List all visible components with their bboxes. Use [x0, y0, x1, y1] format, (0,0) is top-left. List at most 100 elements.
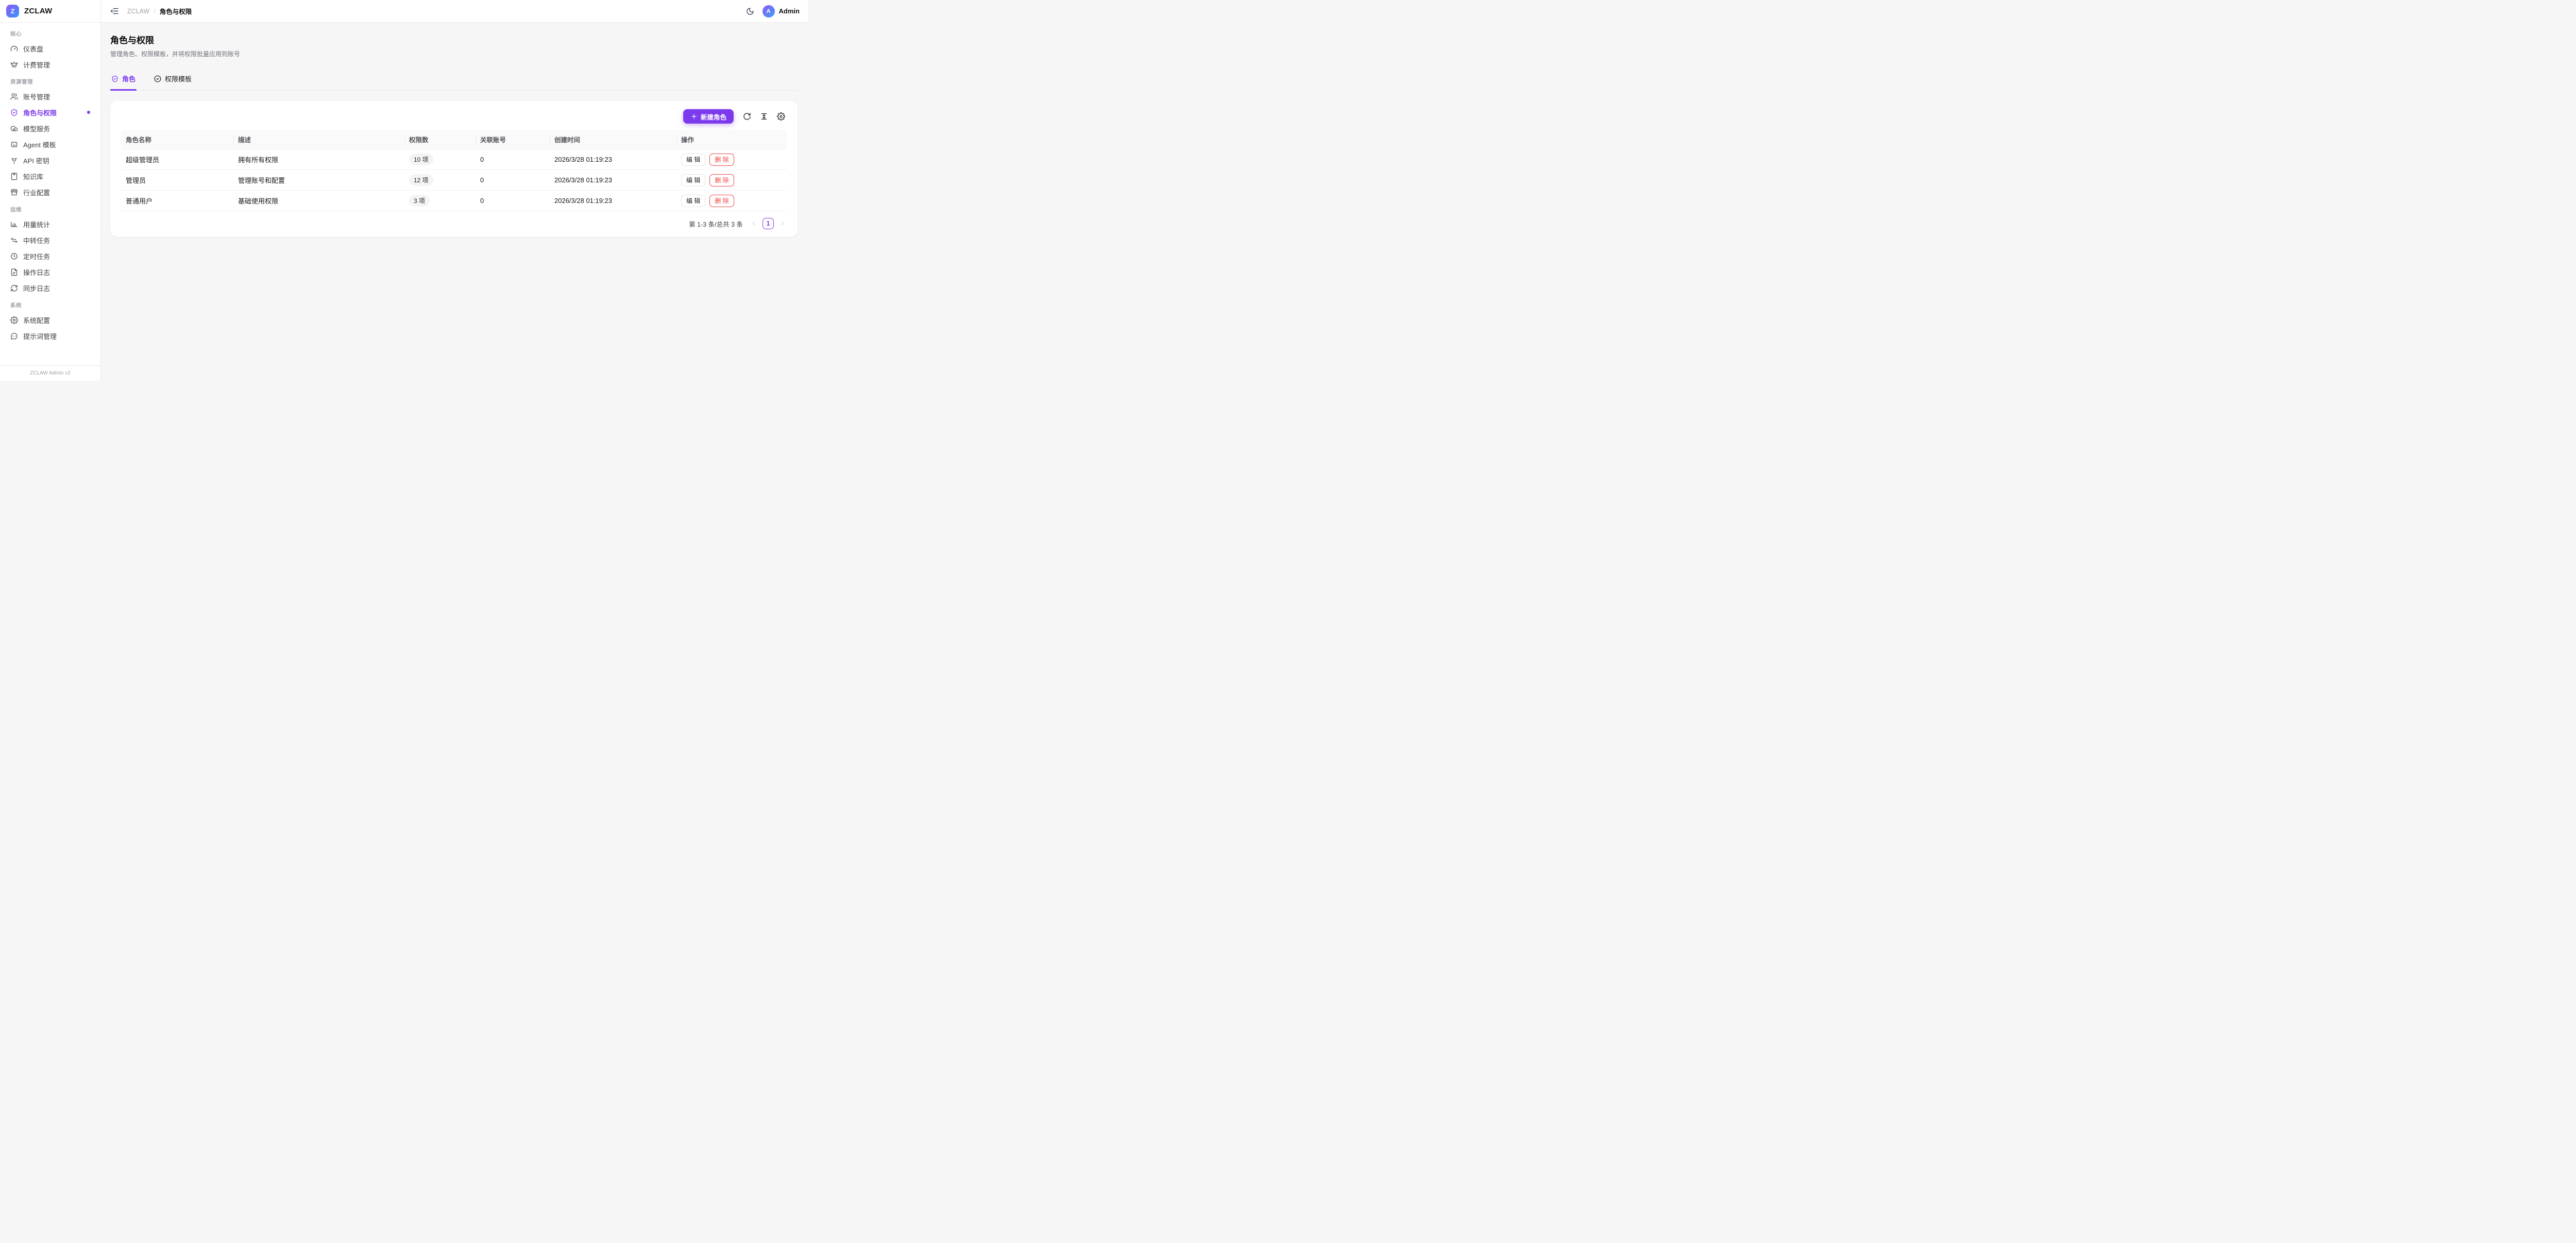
sidebar-item-label: 系统配置: [23, 315, 50, 325]
column-header: 创建时间: [550, 130, 677, 149]
sidebar-item-users[interactable]: 账号管理: [4, 89, 96, 104]
table-body: 超级管理员拥有所有权限10 项02026/3/28 01:19:23编 辑删 除…: [121, 149, 787, 211]
sidebar-item-label: 定时任务: [23, 251, 50, 261]
column-header: 角色名称: [121, 130, 234, 149]
users-icon: [10, 93, 18, 100]
sidebar-item-label: 行业配置: [23, 188, 50, 197]
sidebar-item-cloud[interactable]: 模型服务: [4, 121, 96, 136]
main-area: ZCLAW / 角色与权限 A Admin 角色与权限 管理角色、权限模板，并将…: [101, 0, 808, 381]
shield-check-icon: [111, 75, 118, 82]
sidebar-item-label: 计费管理: [23, 60, 50, 70]
sidebar-item-plug[interactable]: API 密钥: [4, 152, 96, 168]
arrows-swap-icon: [10, 236, 18, 244]
sidebar-item-label: API 密钥: [23, 156, 49, 165]
delete-button[interactable]: 删 除: [709, 174, 734, 186]
sidebar-item-crown[interactable]: 计费管理: [4, 57, 96, 72]
sidebar-section-label: 运维: [0, 200, 100, 216]
topbar: ZCLAW / 角色与权限 A Admin: [101, 0, 808, 23]
table-row: 管理员管理账号和配置12 项02026/3/28 01:19:23编 辑删 除: [121, 170, 787, 191]
sidebar-item-store[interactable]: 行业配置: [4, 184, 96, 200]
tab-permission-templates[interactable]: 权限模板: [153, 71, 193, 90]
shield-check-icon: [10, 109, 18, 116]
linked-accounts-cell: 0: [476, 149, 550, 170]
sidebar-section-label: 资源管理: [0, 73, 100, 88]
chevron-right-icon: [779, 220, 786, 227]
sidebar-nav: 核心仪表盘计费管理资源管理账号管理角色与权限模型服务 Agent 模板 API 密钥…: [0, 23, 100, 365]
new-role-button[interactable]: 新建角色: [683, 109, 734, 124]
permission-count-cell: 10 项: [405, 149, 476, 170]
permission-count-badge: 3 项: [409, 195, 430, 207]
role-name-cell: 普通用户: [121, 191, 234, 211]
column-height-icon: [760, 112, 768, 121]
sidebar-item-label: 用量统计: [23, 219, 50, 229]
actions-cell: 编 辑删 除: [677, 149, 787, 170]
bar-chart-icon: [10, 220, 18, 228]
sidebar-item-label: 角色与权限: [23, 108, 57, 117]
sidebar-logo-row: Z ZCLAW: [0, 0, 100, 23]
page-number-button[interactable]: 1: [762, 218, 774, 229]
breadcrumb-root-link[interactable]: ZCLAW: [127, 8, 149, 15]
table-row: 超级管理员拥有所有权限10 项02026/3/28 01:19:23编 辑删 除: [121, 149, 787, 170]
sidebar-item-bot[interactable]: Agent 模板: [4, 137, 96, 152]
check-circle-icon: [154, 75, 161, 82]
role-desc-cell: 拥有所有权限: [234, 149, 405, 170]
edit-button[interactable]: 编 辑: [681, 154, 705, 166]
sidebar-item-gauge[interactable]: 仪表盘: [4, 41, 96, 56]
refresh-table-button[interactable]: [741, 110, 753, 123]
next-page-button[interactable]: [778, 219, 787, 228]
sidebar-item-file-text[interactable]: 操作日志: [4, 264, 96, 280]
page-title: 角色与权限: [110, 33, 798, 46]
table-row: 普通用户基础使用权限3 项02026/3/28 01:19:23编 辑删 除: [121, 191, 787, 211]
sidebar-item-label: 操作日志: [23, 267, 50, 277]
chevron-left-icon: [750, 220, 757, 227]
sidebar-item-clock[interactable]: 定时任务: [4, 248, 96, 264]
column-settings-button[interactable]: [775, 110, 787, 123]
edit-button[interactable]: 编 辑: [681, 174, 705, 186]
breadcrumb-separator: /: [154, 8, 155, 15]
sidebar-item-shield-check[interactable]: 角色与权限: [4, 105, 96, 120]
sidebar-item-bar-chart[interactable]: 用量统计: [4, 216, 96, 232]
cloud-icon: [10, 125, 18, 132]
delete-button[interactable]: 删 除: [709, 154, 734, 166]
sidebar-item-label: 知识库: [23, 172, 43, 181]
role-desc-cell: 基础使用权限: [234, 191, 405, 211]
sidebar-section-label: 核心: [0, 25, 100, 40]
tab-bar: 角色 权限模板: [110, 71, 798, 91]
sidebar-item-label: Agent 模板: [23, 140, 56, 149]
column-header: 描述: [234, 130, 405, 149]
store-icon: [10, 189, 18, 196]
previous-page-button[interactable]: [749, 219, 758, 228]
active-indicator-dot: [87, 111, 90, 114]
sidebar-item-gear[interactable]: 系统配置: [4, 312, 96, 328]
brand-logo: Z: [6, 5, 19, 18]
roles-table: 角色名称描述权限数关联账号创建时间操作 超级管理员拥有所有权限10 项02026…: [121, 130, 787, 211]
delete-button[interactable]: 删 除: [709, 195, 734, 207]
sidebar-section-label: 系统: [0, 296, 100, 312]
avatar: A: [762, 5, 775, 18]
sidebar-item-refresh[interactable]: 同步日志: [4, 280, 96, 296]
table-toolbar: 新建角色: [121, 108, 787, 130]
dark-mode-toggle[interactable]: [745, 6, 755, 16]
created-time-cell: 2026/3/28 01:19:23: [550, 170, 677, 191]
tab-roles[interactable]: 角色: [110, 71, 137, 90]
sidebar-item-message[interactable]: 提示词管理: [4, 328, 96, 344]
role-name-cell: 管理员: [121, 170, 234, 191]
breadcrumb: ZCLAW / 角色与权限: [127, 6, 192, 16]
actions-cell: 编 辑删 除: [677, 191, 787, 211]
sidebar-item-label: 账号管理: [23, 92, 50, 101]
pagination-summary: 第 1-3 条/总共 3 条: [689, 219, 743, 229]
topbar-right: A Admin: [745, 5, 800, 18]
sidebar-footer: ZCLAW Admin v2: [0, 365, 100, 381]
sidebar-item-arrows-swap[interactable]: 中转任务: [4, 232, 96, 248]
sidebar-collapse-button[interactable]: [109, 6, 120, 16]
actions-cell: 编 辑删 除: [677, 170, 787, 191]
sidebar-item-book[interactable]: 知识库: [4, 168, 96, 184]
row-density-button[interactable]: [758, 110, 770, 123]
sidebar-item-label: 仪表盘: [23, 44, 43, 54]
tab-label: 角色: [122, 74, 135, 83]
table-header-row: 角色名称描述权限数关联账号创建时间操作: [121, 130, 787, 149]
user-name: Admin: [779, 7, 800, 15]
file-text-icon: [10, 268, 18, 276]
edit-button[interactable]: 编 辑: [681, 195, 705, 207]
user-menu[interactable]: A Admin: [762, 5, 800, 18]
